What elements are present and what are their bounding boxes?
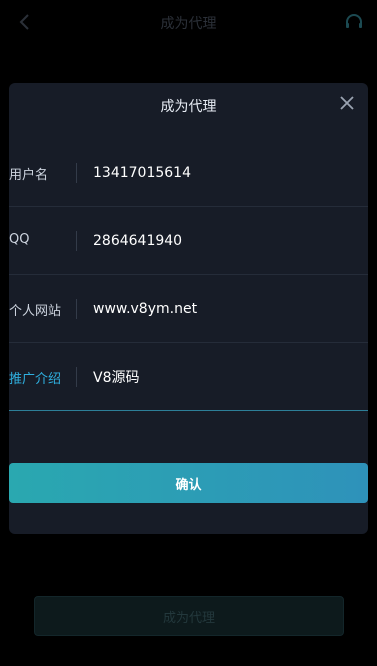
promotion-input[interactable] [93, 364, 353, 390]
close-button[interactable] [338, 95, 356, 113]
website-label: 个人网站 [9, 304, 62, 319]
website-row: 个人网站 [9, 275, 368, 343]
username-label: 用户名 [9, 168, 49, 183]
headset-icon [344, 12, 364, 36]
row-divider [9, 410, 368, 411]
close-icon [340, 95, 354, 114]
page-header: 成为代理 [0, 0, 377, 48]
page-title: 成为代理 [160, 16, 217, 32]
promotion-label: 推广介绍 [9, 372, 62, 387]
qq-input[interactable] [93, 228, 353, 254]
field-separator [76, 367, 77, 387]
confirm-button[interactable]: 确认 [9, 463, 368, 503]
username-row: 用户名 [9, 139, 368, 207]
field-separator [76, 163, 77, 183]
field-separator [76, 299, 77, 319]
username-input[interactable] [93, 160, 353, 186]
dialog-title: 成为代理 [160, 99, 217, 115]
website-input[interactable] [93, 296, 353, 322]
become-agent-dialog: 成为代理 用户名 QQ 个人网站 推广介绍 确认 [9, 83, 368, 534]
promotion-row: 推广介绍 [9, 343, 368, 411]
qq-label: QQ [9, 232, 30, 247]
field-separator [76, 231, 77, 251]
support-button[interactable] [343, 10, 365, 38]
become-agent-button[interactable]: 成为代理 [34, 596, 344, 636]
qq-row: QQ [9, 207, 368, 275]
